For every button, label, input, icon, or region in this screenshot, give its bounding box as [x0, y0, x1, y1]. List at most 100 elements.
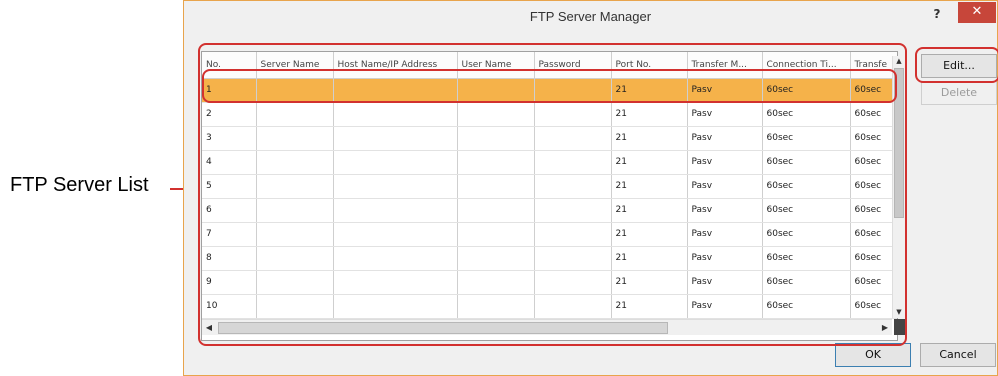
table-cell — [534, 78, 612, 103]
table-cell — [256, 78, 334, 103]
table-cell: Pasv — [687, 102, 763, 127]
table-cell: 7 — [202, 222, 257, 247]
close-button[interactable]: ✕ — [958, 2, 996, 23]
table-cell — [534, 126, 612, 151]
table-cell — [256, 102, 334, 127]
column-header[interactable]: User Name — [457, 52, 535, 79]
table-cell: 21 — [611, 150, 688, 175]
table-cell: 60sec — [762, 126, 851, 151]
table-cell — [534, 102, 612, 127]
table-cell — [333, 222, 458, 247]
table-cell: 1 — [202, 78, 257, 103]
table-cell — [534, 294, 612, 319]
table-cell: Pasv — [687, 222, 763, 247]
table-row[interactable]: 9 21 Pasv 60sec 60sec — [202, 270, 897, 295]
table-cell — [256, 246, 334, 271]
table-cell — [457, 222, 535, 247]
table-cell: 60sec — [762, 222, 851, 247]
horizontal-scroll-thumb[interactable] — [218, 322, 668, 334]
vertical-scroll-thumb[interactable] — [894, 68, 904, 218]
table-cell — [534, 222, 612, 247]
ftp-server-manager-dialog: FTP Server Manager ? ✕ No. Server Name Hos… — [183, 0, 998, 376]
table-cell: 60sec — [850, 270, 897, 295]
table-row[interactable]: 1 21 Pasv 60sec 60sec — [202, 78, 897, 103]
table-cell — [256, 126, 334, 151]
column-header[interactable]: Server Name — [256, 52, 334, 79]
table-cell — [457, 198, 535, 223]
table-cell: 8 — [202, 246, 257, 271]
table-cell — [256, 174, 334, 199]
scroll-corner — [894, 319, 906, 335]
table-cell: 60sec — [850, 246, 897, 271]
table-cell — [333, 102, 458, 127]
column-header[interactable]: Transfer M... — [687, 52, 763, 79]
table-cell: 10 — [202, 294, 257, 319]
table-cell: 60sec — [762, 270, 851, 295]
table-row[interactable]: 3 21 Pasv 60sec 60sec — [202, 126, 897, 151]
table-cell — [457, 126, 535, 151]
table-cell: 21 — [611, 174, 688, 199]
ftp-server-grid[interactable]: No. Server Name Host Name/IP Address User N… — [201, 51, 898, 341]
column-header[interactable]: Connection Ti... — [762, 52, 851, 79]
table-cell — [256, 294, 334, 319]
table-cell: Pasv — [687, 150, 763, 175]
horizontal-scrollbar[interactable]: ◀ ▶ — [202, 319, 892, 335]
table-cell: Pasv — [687, 294, 763, 319]
table-row[interactable]: 7 21 Pasv 60sec 60sec — [202, 222, 897, 247]
delete-button[interactable]: Delete — [921, 81, 997, 105]
table-row[interactable]: 6 21 Pasv 60sec 60sec — [202, 198, 897, 223]
table-cell: 21 — [611, 246, 688, 271]
table-cell: Pasv — [687, 270, 763, 295]
table-cell — [534, 246, 612, 271]
scroll-down-icon[interactable]: ▼ — [893, 307, 905, 318]
table-row[interactable]: 10 21 Pasv 60sec 60sec — [202, 294, 897, 319]
edit-button[interactable]: Edit... — [921, 54, 997, 78]
table-cell: Pasv — [687, 174, 763, 199]
table-cell: Pasv — [687, 78, 763, 103]
table-cell: 6 — [202, 198, 257, 223]
table-cell: Pasv — [687, 198, 763, 223]
table-cell: 60sec — [762, 102, 851, 127]
table-cell: 60sec — [850, 102, 897, 127]
table-cell — [534, 150, 612, 175]
table-cell: 60sec — [850, 126, 897, 151]
table-row[interactable]: 4 21 Pasv 60sec 60sec — [202, 150, 897, 175]
table-cell: 21 — [611, 198, 688, 223]
table-cell — [534, 174, 612, 199]
column-header[interactable]: Port No. — [611, 52, 688, 79]
table-cell — [333, 150, 458, 175]
table-row[interactable]: 2 21 Pasv 60sec 60sec — [202, 102, 897, 127]
table-cell — [256, 222, 334, 247]
scroll-right-icon[interactable]: ▶ — [878, 320, 892, 336]
table-cell — [457, 174, 535, 199]
column-header[interactable]: Host Name/IP Address — [333, 52, 458, 79]
table-cell: 4 — [202, 150, 257, 175]
table-cell — [256, 270, 334, 295]
column-header[interactable]: Transfe — [850, 52, 897, 79]
table-cell: Pasv — [687, 126, 763, 151]
table-cell — [457, 150, 535, 175]
table-cell: 21 — [611, 78, 688, 103]
table-cell: 60sec — [762, 150, 851, 175]
table-cell: 21 — [611, 102, 688, 127]
table-row[interactable]: 8 21 Pasv 60sec 60sec — [202, 246, 897, 271]
table-cell — [457, 294, 535, 319]
table-cell: 5 — [202, 174, 257, 199]
column-header[interactable]: No. — [202, 52, 257, 79]
table-row[interactable]: 5 21 Pasv 60sec 60sec — [202, 174, 897, 199]
table-cell: 60sec — [850, 294, 897, 319]
title-bar: FTP Server Manager ? ✕ — [184, 1, 997, 31]
table-cell: 60sec — [762, 246, 851, 271]
scroll-left-icon[interactable]: ◀ — [202, 320, 216, 336]
ok-button[interactable]: OK — [835, 343, 911, 367]
cancel-button[interactable]: Cancel — [920, 343, 996, 367]
vertical-scrollbar[interactable]: ▲ ▼ — [892, 56, 904, 318]
table-cell: 2 — [202, 102, 257, 127]
column-header[interactable]: Password — [534, 52, 612, 79]
table-cell: Pasv — [687, 246, 763, 271]
window-title: FTP Server Manager — [529, 9, 652, 24]
table-cell — [457, 246, 535, 271]
help-icon[interactable]: ? — [927, 5, 947, 23]
scroll-up-icon[interactable]: ▲ — [893, 56, 905, 67]
table-cell: 21 — [611, 270, 688, 295]
